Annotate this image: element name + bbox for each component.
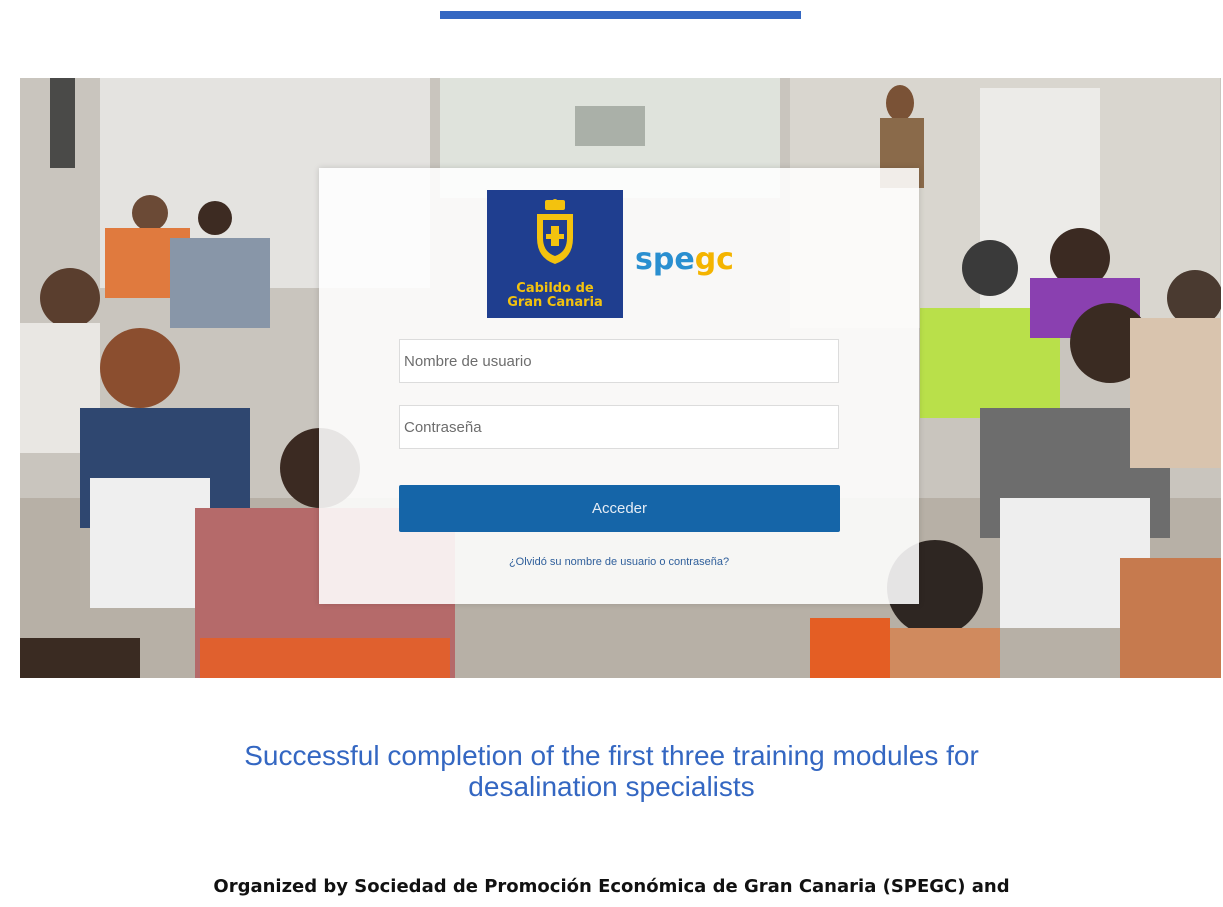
- top-accent-bar: [440, 11, 801, 19]
- password-input[interactable]: [399, 405, 839, 449]
- spegc-logo-part2: gc: [694, 242, 734, 277]
- spegc-logo-part1: spe: [635, 242, 695, 277]
- organized-by-text: Organized by Sociedad de Promoción Econó…: [213, 876, 1010, 897]
- login-button[interactable]: Acceder: [399, 485, 840, 532]
- crest-icon: [537, 199, 573, 264]
- article-headline-line1: Successful completion of the first three…: [244, 740, 979, 771]
- username-input[interactable]: [399, 339, 839, 383]
- forgot-credentials-link[interactable]: ¿Olvidó su nombre de usuario o contraseñ…: [319, 556, 919, 568]
- spegc-logo: spegc: [635, 242, 734, 277]
- cabildo-logo-line1: Cabildo de: [516, 281, 594, 296]
- cabildo-logo: Cabildo de Gran Canaria: [487, 190, 623, 318]
- article-headline: Successful completion of the first three…: [0, 740, 1223, 802]
- login-card: Cabildo de Gran Canaria spegc Acceder ¿O…: [319, 168, 919, 604]
- cabildo-logo-line2: Gran Canaria: [507, 295, 603, 310]
- hero-image: Cabildo de Gran Canaria spegc Acceder ¿O…: [20, 78, 1221, 678]
- article-headline-line2: desalination specialists: [468, 771, 755, 802]
